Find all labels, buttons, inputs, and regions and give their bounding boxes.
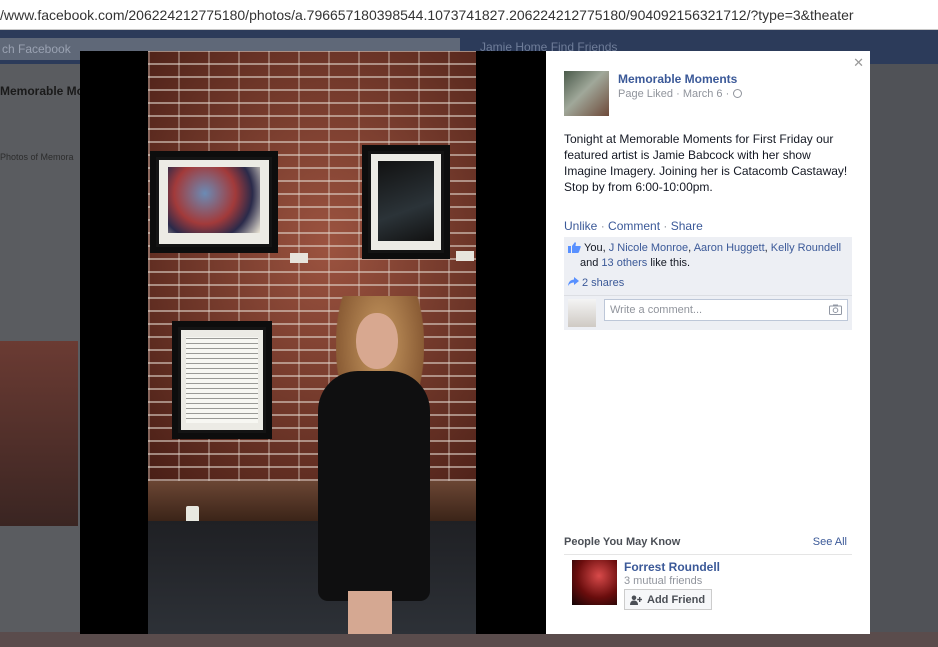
post-text: Tonight at Memorable Moments for First F…	[564, 132, 848, 194]
shares-row: 2 shares	[568, 277, 624, 289]
post-meta-text: Page Liked · March 6 ·	[618, 88, 730, 100]
liker-link[interactable]: J Nicole Monroe	[609, 242, 688, 254]
globe-icon	[733, 89, 743, 98]
framed-artwork-1	[150, 151, 278, 253]
shares-link[interactable]: 2 shares	[582, 277, 624, 289]
browser-url-bar[interactable]: /www.facebook.com/206224212775180/photos…	[0, 0, 938, 30]
likes-you: You,	[584, 242, 609, 254]
likes-others-link[interactable]: 13 others	[601, 257, 647, 269]
art-placard	[456, 251, 474, 261]
suggested-friend-avatar[interactable]	[572, 560, 617, 605]
add-friend-label: Add Friend	[647, 593, 706, 606]
background-bottom-strip	[0, 632, 938, 647]
pymk-title: People You May Know	[564, 536, 681, 548]
photo-theater[interactable]	[80, 51, 546, 634]
woman-face	[356, 313, 398, 369]
background-left-column: Memorable Mo Photos of Memora	[0, 64, 84, 647]
background-page-title: Memorable Mo	[0, 84, 85, 98]
add-friend-icon	[630, 595, 642, 605]
feedback-box: You, J Nicole Monroe, Aaron Huggett, Kel…	[564, 237, 852, 330]
likes-suffix: like this.	[647, 257, 691, 269]
post-meta: Page Liked · March 6 ·	[618, 88, 743, 100]
page-avatar[interactable]	[564, 71, 609, 116]
action-separator: ·	[600, 219, 605, 233]
suggested-friend-name[interactable]: Forrest Roundell	[624, 560, 720, 574]
likes-sentence: You, J Nicole Monroe, Aaron Huggett, Kel…	[568, 241, 852, 271]
viewer-avatar	[568, 299, 596, 327]
see-all-link[interactable]: See All	[813, 536, 847, 548]
liker-link[interactable]: Kelly Roundell	[771, 242, 841, 254]
share-link[interactable]: Share	[671, 219, 703, 233]
add-friend-button[interactable]: Add Friend	[624, 589, 713, 610]
camera-icon[interactable]	[829, 304, 842, 315]
background-right-column	[870, 64, 938, 647]
framed-text-panel	[172, 321, 272, 439]
woman-legs	[348, 591, 392, 634]
close-icon[interactable]: ✕	[853, 55, 864, 71]
framed-artwork-2	[362, 145, 450, 259]
comment-link[interactable]: Comment	[608, 219, 660, 233]
liker-link[interactable]: Aaron Huggett	[694, 242, 765, 254]
comment-input[interactable]	[604, 299, 848, 321]
thumbs-up-icon	[568, 242, 581, 253]
pymk-divider	[564, 554, 852, 555]
background-photo-thumb	[0, 341, 78, 526]
action-separator: ·	[663, 219, 668, 233]
post-actions: Unlike · Comment · Share	[564, 219, 703, 233]
likes-and: and	[580, 257, 602, 269]
post-side-panel: ✕ Memorable Moments Page Liked · March 6…	[546, 51, 870, 634]
unlike-link[interactable]: Unlike	[564, 219, 597, 233]
share-arrow-icon	[568, 277, 579, 286]
feedback-divider	[564, 295, 852, 296]
mutual-friends-count[interactable]: 3 mutual friends	[624, 575, 702, 587]
page-name-link[interactable]: Memorable Moments	[618, 72, 737, 86]
background-photos-link: Photos of Memora	[0, 152, 74, 162]
comment-composer	[568, 299, 848, 327]
gallery-photo	[148, 51, 476, 634]
art-placard	[290, 253, 308, 263]
url-text: /www.facebook.com/206224212775180/photos…	[0, 7, 854, 23]
woman-black-dress	[318, 371, 430, 601]
